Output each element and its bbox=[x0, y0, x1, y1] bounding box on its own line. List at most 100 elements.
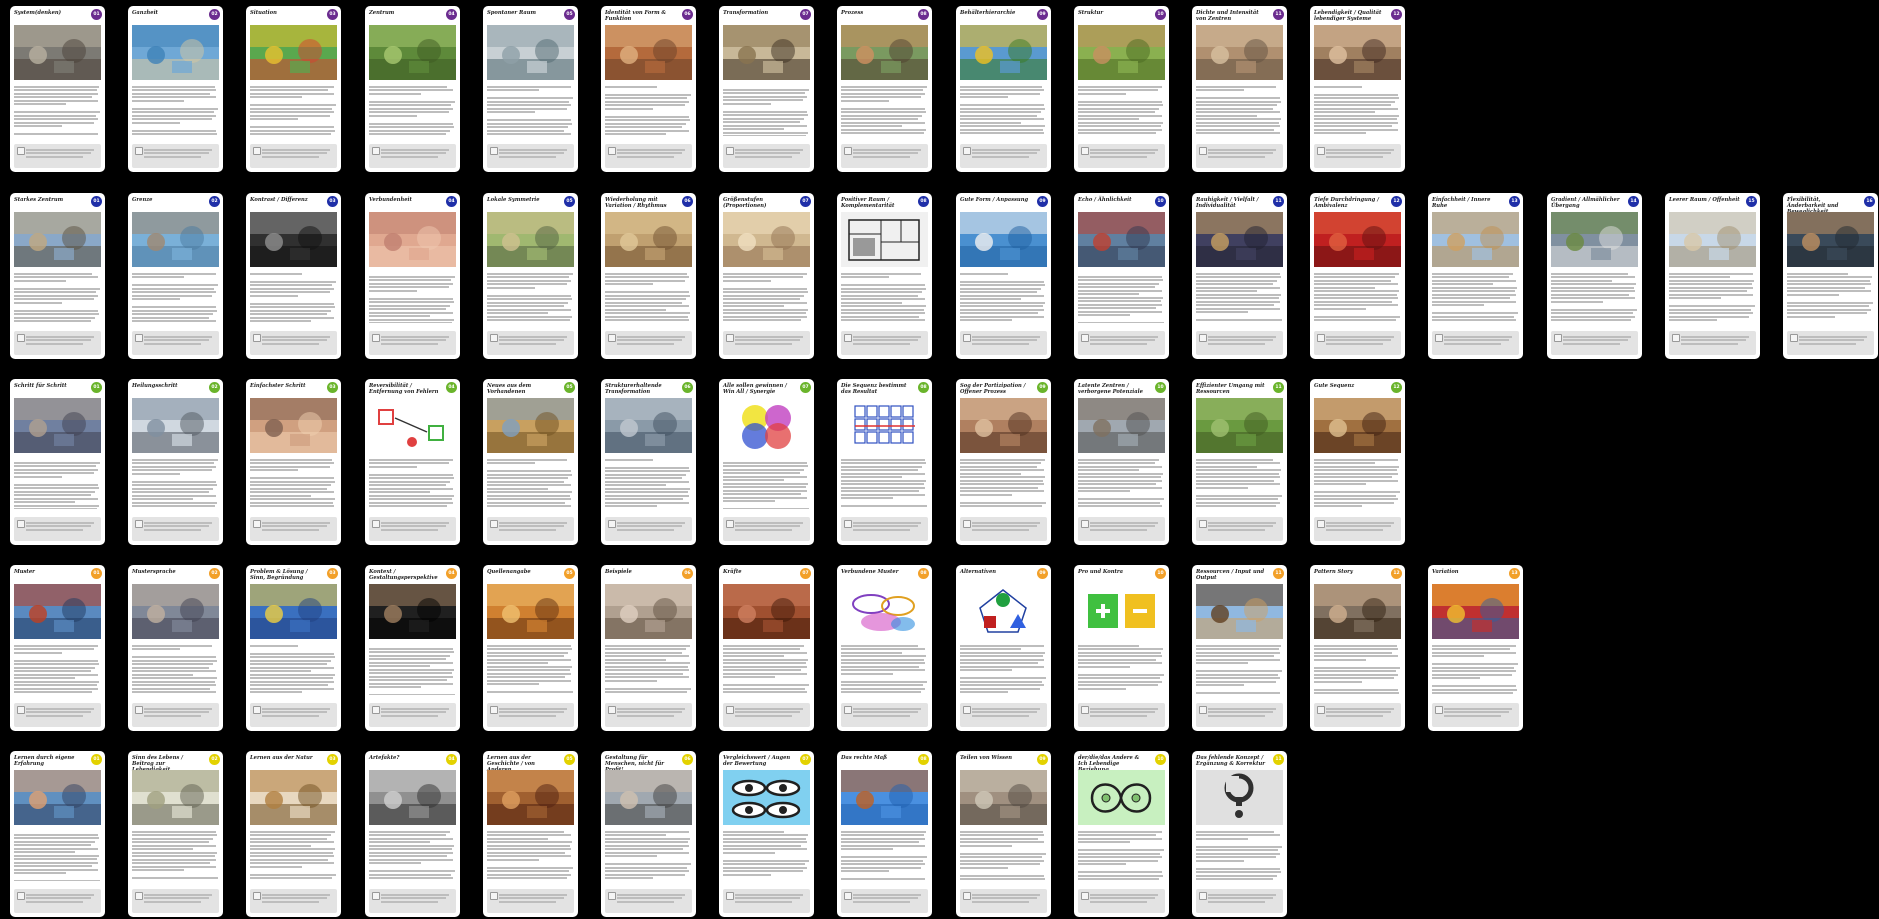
pattern-card[interactable]: Gestaltung für Menschen, nicht für Profi… bbox=[601, 751, 696, 917]
wrestlers-photo bbox=[723, 584, 810, 639]
card-number-badge: 11 bbox=[1273, 9, 1284, 20]
pattern-card[interactable]: Sog der Partizipation / Offener Prozess 0… bbox=[956, 379, 1051, 545]
related-patterns-icon bbox=[1317, 706, 1325, 714]
pattern-card[interactable]: Lebendigkeit / Qualität lebendiger Syste… bbox=[1310, 6, 1405, 172]
pattern-card[interactable]: Zentrum 04 bbox=[365, 6, 460, 172]
card-title: Alle sollen gewinnen / Win All / Synergi… bbox=[723, 383, 787, 395]
pattern-card[interactable]: Vergleichswert / Augen der Bewertung 07 bbox=[719, 751, 814, 917]
pattern-card[interactable]: Leerer Raum / Offenheit 15 bbox=[1665, 193, 1760, 359]
card-number-badge: 02 bbox=[209, 9, 220, 20]
pattern-card[interactable]: Kontext / Gestaltungsperspektive 04 bbox=[365, 565, 460, 731]
pattern-card[interactable]: Pro und Kontra 10 bbox=[1074, 565, 1169, 731]
pattern-card[interactable]: Artefakte? 04 bbox=[365, 751, 460, 917]
pattern-card[interactable]: Positiver Raum / Komplementarität 08 bbox=[837, 193, 932, 359]
pattern-card[interactable]: Reversibilität / Entfernung von Fehlern 0… bbox=[365, 379, 460, 545]
pattern-card[interactable]: Behälterhierarchie 09 bbox=[956, 6, 1051, 172]
card-related-patterns bbox=[1078, 517, 1165, 541]
pattern-card[interactable]: Dichte und Intensität von Zentren 11 bbox=[1192, 6, 1287, 172]
pattern-card[interactable]: Alternativen 09 bbox=[956, 565, 1051, 731]
pattern-card[interactable]: Situation 03 bbox=[246, 6, 341, 172]
card-title: Das rechte Maß bbox=[841, 755, 888, 761]
pattern-card[interactable]: System(denken) 01 bbox=[10, 6, 105, 172]
pattern-card[interactable]: Flexibilität, Änderbarkeit und Beweglich… bbox=[1783, 193, 1878, 359]
pattern-card[interactable]: Heilungsschritt 02 bbox=[128, 379, 223, 545]
related-patterns-icon bbox=[1317, 520, 1325, 528]
pattern-card[interactable]: Einfachheit / Innere Ruhe 13 bbox=[1428, 193, 1523, 359]
card-related-patterns bbox=[487, 517, 574, 541]
card-related-patterns bbox=[250, 703, 337, 727]
pattern-card[interactable]: Neues aus dem Vorhandenen 05 bbox=[483, 379, 578, 545]
pattern-card[interactable]: Verbundene Muster 08 bbox=[837, 565, 932, 731]
card-description bbox=[1314, 271, 1401, 323]
pattern-card[interactable]: Pattern Story 12 bbox=[1310, 565, 1405, 731]
pattern-card[interactable]: Gute Sequenz 12 bbox=[1310, 379, 1405, 545]
pattern-card[interactable]: Starkes Zentrum 01 bbox=[10, 193, 105, 359]
pattern-card[interactable]: Lernen aus der Geschichte / von Anderen0… bbox=[483, 751, 578, 917]
card-number-badge: 09 bbox=[1037, 568, 1048, 579]
pattern-card[interactable]: Größenstufen (Proportionen) 07 bbox=[719, 193, 814, 359]
pattern-card[interactable]: Variation 13 bbox=[1428, 565, 1523, 731]
pattern-card[interactable]: Effizienter Umgang mit Ressourcen 11 bbox=[1192, 379, 1287, 545]
pattern-card[interactable]: Ressourcen / Input und Output 11 bbox=[1192, 565, 1287, 731]
pattern-card[interactable]: Grenze 02 bbox=[128, 193, 223, 359]
pattern-card[interactable]: Quellenangabe 05 bbox=[483, 565, 578, 731]
pattern-card[interactable]: der/die/das Andere & Ich Lebendige Bezie… bbox=[1074, 751, 1169, 917]
card-description bbox=[1551, 271, 1638, 323]
card-related-patterns bbox=[960, 331, 1047, 355]
pattern-card[interactable]: Gute Form / Anpassung 09 bbox=[956, 193, 1051, 359]
pattern-card[interactable]: Schritt für Schritt 01 bbox=[10, 379, 105, 545]
pattern-card[interactable]: Sinn des Lebens / Beitrag zur Lebendigke… bbox=[128, 751, 223, 917]
vaults-photo bbox=[723, 212, 810, 267]
pattern-card[interactable]: Verbundenheit 04 bbox=[365, 193, 460, 359]
pattern-card[interactable]: Teilen von Wissen 09 bbox=[956, 751, 1051, 917]
related-patterns-icon bbox=[844, 334, 852, 342]
related-patterns-icon bbox=[726, 520, 734, 528]
pattern-card[interactable]: Echo / Ähnlichkeit 10 bbox=[1074, 193, 1169, 359]
card-title: Reversibilität / Entfernung von Fehlern bbox=[369, 383, 439, 395]
pattern-card[interactable]: Identität von Form & Funktion 06 bbox=[601, 6, 696, 172]
card-related-patterns bbox=[1551, 331, 1638, 355]
pattern-card[interactable]: Das rechte Maß 08 bbox=[837, 751, 932, 917]
pattern-card[interactable]: Lernen aus der Natur 03 bbox=[246, 751, 341, 917]
card-number-badge: 02 bbox=[209, 568, 220, 579]
pattern-card[interactable]: Kräfte 07 bbox=[719, 565, 814, 731]
card-related-patterns bbox=[960, 517, 1047, 541]
pattern-card[interactable]: Das fehlende Konzept / Ergänzung & Korre… bbox=[1192, 751, 1287, 917]
pattern-card[interactable]: Prozess 08 bbox=[837, 6, 932, 172]
related-patterns-icon bbox=[963, 520, 971, 528]
card-description bbox=[1196, 829, 1283, 881]
card-title: Rauhigkeit / Vielfalt / Individualität bbox=[1196, 197, 1259, 209]
pattern-card[interactable]: Die Sequenz bestimmt das Resultat 08 bbox=[837, 379, 932, 545]
pattern-card[interactable]: Ganzheit 02 bbox=[128, 6, 223, 172]
card-related-patterns bbox=[960, 144, 1047, 168]
pyramids-photo bbox=[1432, 212, 1519, 267]
pattern-card[interactable]: Problem & Lösung / Sinn, Begründung 03 bbox=[246, 565, 341, 731]
pattern-card[interactable]: Mustersprache 02 bbox=[128, 565, 223, 731]
golden-gate-photo bbox=[14, 584, 101, 639]
pattern-card[interactable]: Transformation 07 bbox=[719, 6, 814, 172]
related-patterns-icon bbox=[372, 706, 380, 714]
pattern-card[interactable]: Tiefe Durchdringung / Ambivalenz 12 bbox=[1310, 193, 1405, 359]
card-title: Situation bbox=[250, 10, 277, 16]
pattern-card[interactable]: Wiederholung mit Variation / Rhythmus 06 bbox=[601, 193, 696, 359]
pattern-card[interactable]: Lokale Symmetrie 05 bbox=[483, 193, 578, 359]
card-description bbox=[1196, 643, 1283, 695]
pattern-card[interactable]: Beispiele 06 bbox=[601, 565, 696, 731]
pattern-card[interactable]: Latente Zentren / verborgene Potenziale 1… bbox=[1074, 379, 1169, 545]
pattern-card[interactable]: Muster 01 bbox=[10, 565, 105, 731]
card-related-patterns bbox=[1314, 144, 1401, 168]
harbor-wall-photo bbox=[132, 212, 219, 267]
pattern-card[interactable]: Alle sollen gewinnen / Win All / Synergi… bbox=[719, 379, 814, 545]
pattern-card[interactable]: Kontrast / Differenz 03 bbox=[246, 193, 341, 359]
pattern-card[interactable]: Spontaner Raum 05 bbox=[483, 6, 578, 172]
library-photo bbox=[487, 770, 574, 825]
card-description bbox=[250, 84, 337, 136]
card-number-badge: 02 bbox=[209, 196, 220, 207]
pattern-card[interactable]: Struktur 10 bbox=[1074, 6, 1169, 172]
pattern-card[interactable]: Gradient / Allmählicher Übergang 14 bbox=[1547, 193, 1642, 359]
pattern-card[interactable]: Rauhigkeit / Vielfalt / Individualität 11 bbox=[1192, 193, 1287, 359]
pattern-card[interactable]: Einfachster Schritt 03 bbox=[246, 379, 341, 545]
pattern-card[interactable]: Strukturerhaltende Transformation 06 bbox=[601, 379, 696, 545]
card-title: Alternativen bbox=[960, 569, 997, 575]
pattern-card[interactable]: Lernen durch eigene Erfahrung 01 bbox=[10, 751, 105, 917]
